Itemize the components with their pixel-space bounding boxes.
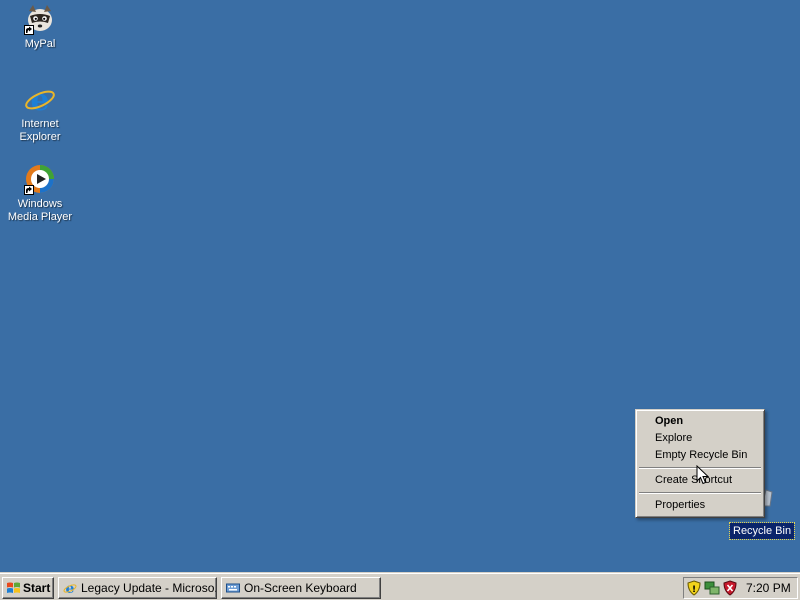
desktop-icon-label: Internet Explorer bbox=[19, 118, 61, 143]
desktop-icon-windows-media-player[interactable]: Windows Media Player bbox=[1, 163, 79, 224]
recycle-bin-label[interactable]: Recycle Bin bbox=[728, 522, 796, 540]
shortcut-arrow-icon bbox=[24, 185, 34, 195]
menu-item-explore[interactable]: Explore bbox=[638, 430, 762, 447]
windows-flag-icon bbox=[6, 581, 21, 595]
network-icon[interactable] bbox=[704, 580, 720, 596]
start-button[interactable]: Start bbox=[2, 577, 54, 599]
shortcut-arrow-icon bbox=[24, 25, 34, 35]
svg-text:e: e bbox=[66, 581, 75, 595]
taskbar-button-on-screen-keyboard[interactable]: On-Screen Keyboard bbox=[221, 577, 381, 599]
context-menu: Open Explore Empty Recycle Bin Create Sh… bbox=[635, 409, 765, 518]
taskbar: Start e Legacy Update - Microso... On-Sc… bbox=[0, 572, 800, 600]
mouse-cursor-icon bbox=[696, 464, 710, 485]
keyboard-icon bbox=[226, 581, 240, 595]
task-label: Legacy Update - Microso... bbox=[81, 581, 217, 595]
desktop-icon-label: Windows Media Player bbox=[7, 198, 73, 223]
antivirus-icon[interactable] bbox=[722, 580, 738, 596]
svg-text:e: e bbox=[30, 83, 49, 115]
security-shield-icon[interactable]: ! bbox=[686, 580, 702, 596]
start-label: Start bbox=[23, 581, 51, 595]
ie-icon: e bbox=[24, 83, 56, 118]
system-tray: ! 7:20 PM bbox=[683, 577, 798, 599]
raccoon-icon bbox=[24, 3, 56, 35]
svg-text:!: ! bbox=[692, 585, 696, 595]
desktop-icon-mypal[interactable]: MyPal bbox=[1, 3, 79, 51]
taskbar-button-legacy-update[interactable]: e Legacy Update - Microso... bbox=[58, 577, 217, 599]
wmp-icon bbox=[24, 163, 56, 195]
task-label: On-Screen Keyboard bbox=[244, 581, 357, 595]
menu-separator bbox=[639, 492, 761, 494]
clock[interactable]: 7:20 PM bbox=[746, 578, 791, 598]
ie-icon: e bbox=[63, 581, 77, 597]
menu-item-empty-recycle-bin[interactable]: Empty Recycle Bin bbox=[638, 447, 762, 464]
desktop-icon-internet-explorer[interactable]: e Internet Explorer bbox=[1, 83, 79, 144]
menu-item-properties[interactable]: Properties bbox=[638, 497, 762, 514]
desktop-icon-label: MyPal bbox=[24, 38, 56, 50]
menu-item-open[interactable]: Open bbox=[638, 413, 762, 430]
